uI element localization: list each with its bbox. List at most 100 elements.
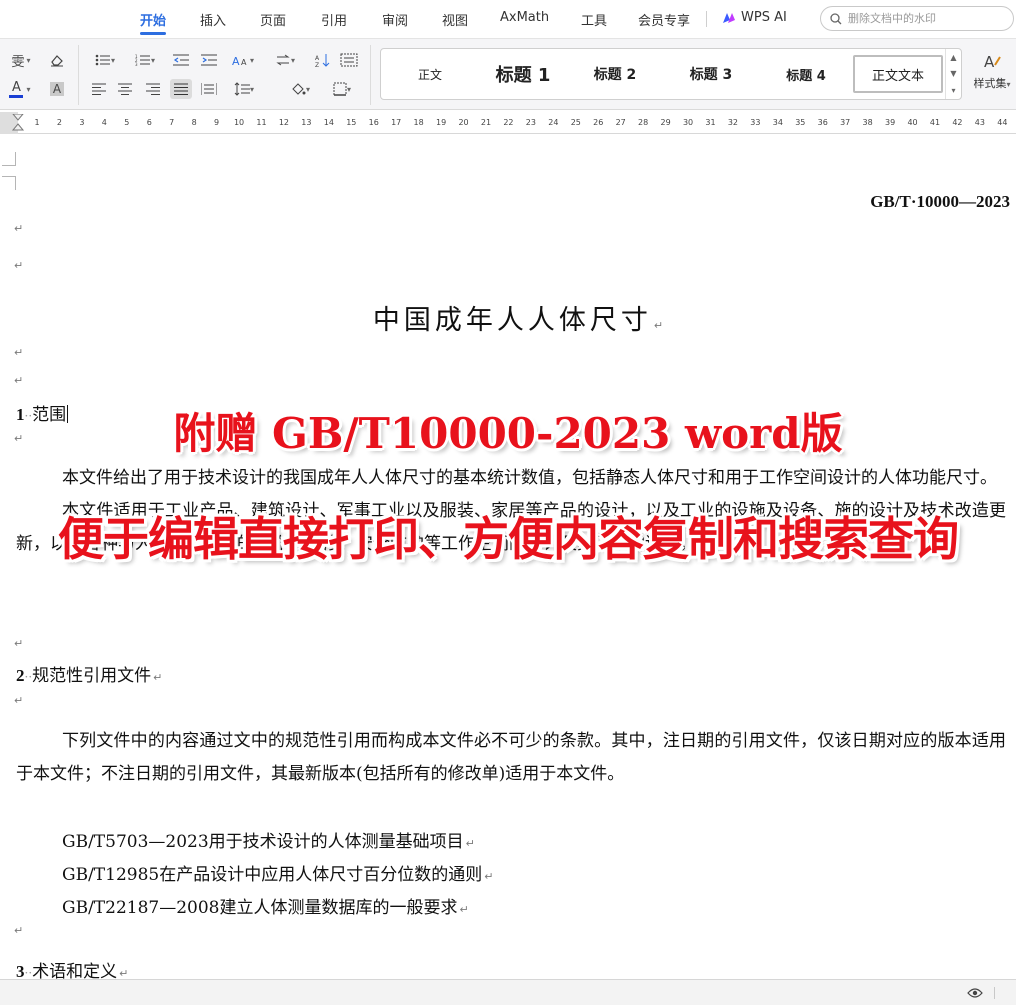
svg-text:Z: Z <box>315 62 319 67</box>
increase-indent-icon <box>201 54 217 66</box>
tab-member[interactable]: 会员专享 <box>638 10 690 29</box>
ruler-tick-label: 8 <box>191 118 197 127</box>
text-direction-button[interactable]: ▾ <box>270 50 300 70</box>
promo-banner-line-2: 便于编辑直接打印、方便内容复制和搜索查询 <box>58 512 959 566</box>
tab-view[interactable]: 视图 <box>442 10 468 29</box>
svg-text:A: A <box>315 55 320 62</box>
horizontal-scrollbar[interactable] <box>0 983 950 993</box>
style-heading-2[interactable]: 标题 2 <box>581 60 649 88</box>
svg-text:A: A <box>232 55 240 67</box>
ruler-tick-label: 43 <box>974 118 985 127</box>
ruler-tick-label: 18 <box>413 118 424 127</box>
decrease-indent-button[interactable] <box>170 50 192 70</box>
style-heading-1[interactable]: 标题 1 <box>485 60 561 88</box>
distributed-align-icon <box>201 83 217 95</box>
ruler-tick-label: 42 <box>952 118 963 127</box>
chevron-down-icon[interactable]: ▼ <box>950 69 956 78</box>
ruler-tick-label: 26 <box>593 118 604 127</box>
style-heading-4[interactable]: 标题 4 <box>773 60 839 88</box>
ruler-tick-label: 39 <box>885 118 896 127</box>
paragraph-mark: ↵ <box>14 222 24 235</box>
ruler-tick-label: 44 <box>997 118 1008 127</box>
style-normal[interactable]: 正文 <box>403 60 457 88</box>
ruler-tick-label: 13 <box>301 118 312 127</box>
wps-ai-logo-icon <box>723 12 735 23</box>
margin-corner-mark <box>2 152 16 166</box>
line-spacing-button[interactable]: ▾ <box>228 79 260 99</box>
change-case-button[interactable]: AA ▾ <box>228 50 258 70</box>
status-divider <box>994 987 995 999</box>
style-heading-3[interactable]: 标题 3 <box>677 60 745 88</box>
ruler-tick-label: 16 <box>368 118 379 127</box>
menu-divider <box>706 11 707 27</box>
char-shading-icon: A <box>49 82 65 96</box>
standard-code-header: GB/T·10000—2023 <box>870 192 1010 211</box>
align-left-button[interactable] <box>88 79 110 99</box>
char-shading-button[interactable]: A <box>46 79 68 99</box>
ruler-tick-label: 7 <box>169 118 175 127</box>
tab-axmath[interactable]: AxMath <box>500 10 549 25</box>
increase-indent-button[interactable] <box>198 50 220 70</box>
ruler-tick-label: 15 <box>346 118 357 127</box>
tab-page[interactable]: 页面 <box>260 10 286 29</box>
normative-references-paragraph: 下列文件中的内容通过文中的规范性引用而构成本文件必不可少的条款。其中，注日期的引… <box>16 731 1006 784</box>
align-right-button[interactable] <box>142 79 164 99</box>
numbered-list-button[interactable]: 123 ▾ <box>130 50 160 70</box>
show-marks-button[interactable] <box>338 50 360 70</box>
clear-format-button[interactable] <box>46 50 68 70</box>
ruler-tick-label: 2 <box>56 118 62 127</box>
reading-mode-button[interactable] <box>965 984 985 1002</box>
pinyin-icon: 雯 <box>11 54 25 70</box>
tab-insert[interactable]: 插入 <box>200 10 226 29</box>
styles-set-icon: A <box>984 53 1001 71</box>
tab-home[interactable]: 开始 <box>140 10 166 29</box>
ribbon-toolbar: 雯 ▾ A ▾ A ▾ 123 ▾ A A ▾ ▾ A Z ▾ ▾ ▾ 正文 标… <box>0 38 1016 110</box>
wps-ai-button[interactable]: WPS AI <box>722 10 787 25</box>
document-title: 中国成年人人体尺寸 ↵ <box>372 305 668 336</box>
align-center-button[interactable] <box>114 79 136 99</box>
align-center-icon <box>118 83 132 95</box>
horizontal-ruler[interactable]: 1 2 3 4 5 6 7 8 9 10 11 12 13 14 15 16 17 18 19 20 21 22 23 24 2… <box>0 112 1016 134</box>
tab-references[interactable]: 引用 <box>321 10 347 29</box>
pinyin-guide-button[interactable]: 雯 ▾ <box>6 50 36 70</box>
paragraph-mark: ↵ <box>14 259 24 272</box>
sort-icon: AZ <box>315 54 330 67</box>
paragraph-mark: ↵ <box>14 694 24 707</box>
change-case-icon: AA <box>232 55 247 67</box>
search-input[interactable] <box>848 12 998 25</box>
svg-text:A: A <box>241 58 247 67</box>
svg-text:3: 3 <box>135 62 138 66</box>
styles-set-button[interactable]: A 样式集▾ <box>970 51 1014 101</box>
active-tab-indicator <box>140 32 166 35</box>
expand-gallery-icon[interactable]: ▾ <box>951 86 955 95</box>
normative-references-body: 下列文件中的内容通过文中的规范性引用而构成本文件必不可少的条款。其中，注日期的引… <box>16 725 1006 791</box>
ribbon-tab-bar: 开始 插入 页面 引用 审阅 视图 AxMath 工具 会员专享 WPS AI <box>0 0 1016 38</box>
ruler-tick-label: 17 <box>391 118 402 127</box>
search-box[interactable] <box>820 6 1014 31</box>
borders-icon <box>333 82 347 96</box>
shading-button[interactable]: ▾ <box>284 79 316 99</box>
sort-button[interactable]: AZ <box>312 50 334 70</box>
chevron-up-icon[interactable]: ▲ <box>950 53 956 62</box>
justify-button[interactable] <box>170 79 192 99</box>
bullet-list-button[interactable]: ▾ <box>90 50 120 70</box>
ruler-tick-label: 21 <box>480 118 492 127</box>
paint-bucket-icon <box>292 83 306 95</box>
ruler-tick-label: 27 <box>615 118 626 127</box>
ruler-tick-label: 14 <box>323 118 334 127</box>
reference-item: GB/T12985在产品设计中应用人体尺寸百分位数的通则 ↵ <box>62 865 494 885</box>
font-color-button[interactable]: A ▾ <box>4 79 36 99</box>
borders-button[interactable]: ▾ <box>326 79 358 99</box>
ruler-tick-label: 24 <box>548 118 559 127</box>
style-gallery-scroller[interactable]: ▲ ▼ ▾ <box>945 49 961 99</box>
style-body-text[interactable]: 正文文本 <box>853 55 943 93</box>
ruler-tick-label: 5 <box>124 118 130 127</box>
tab-review[interactable]: 审阅 <box>382 10 408 29</box>
distribute-button[interactable] <box>198 79 220 99</box>
decrease-indent-icon <box>173 54 189 66</box>
tab-tools[interactable]: 工具 <box>581 10 607 29</box>
indent-marker-icon[interactable] <box>11 114 25 132</box>
toolbar-divider <box>370 45 371 105</box>
ruler-tick-label: 33 <box>750 118 761 127</box>
scope-paragraph-1: 本文件给出了用于技术设计的我国成年人人体尺寸的基本统计数值，包括静态人体尺寸和用… <box>62 468 997 488</box>
